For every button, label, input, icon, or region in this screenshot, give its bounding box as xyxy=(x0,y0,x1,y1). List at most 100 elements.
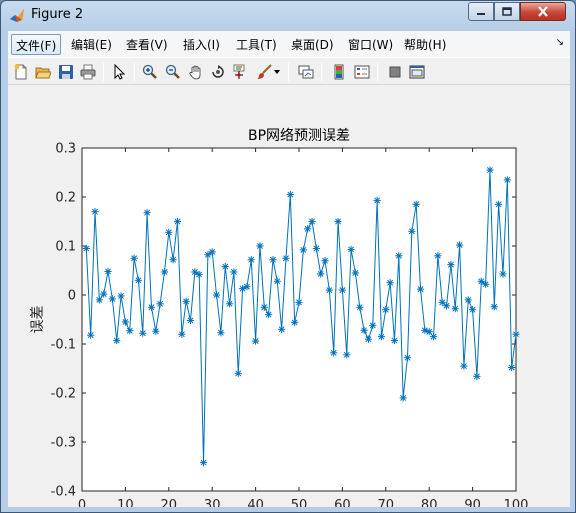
y-tick-label: -0.1 xyxy=(51,338,76,353)
axes-background xyxy=(82,148,516,491)
data-point xyxy=(100,290,108,298)
zoom-out-icon xyxy=(165,64,180,79)
print-icon xyxy=(80,64,96,80)
data-point xyxy=(495,200,503,208)
menu-tools[interactable]: 工具(T) xyxy=(232,34,281,55)
toolbar-separator xyxy=(377,63,378,81)
menu-insert[interactable]: 插入(I) xyxy=(179,34,224,55)
data-point xyxy=(212,291,221,299)
data-point xyxy=(325,286,333,294)
figure-canvas: -0.4 -0.3 -0.2 -0.1 0 0.1 0.2 0.3 0 10 20 30 40 50 60 7… xyxy=(8,86,570,507)
data-point xyxy=(416,285,425,293)
menu-edit[interactable]: 编辑(E) xyxy=(67,34,116,55)
data-point xyxy=(490,303,498,311)
y-tick-label: -0.3 xyxy=(51,436,76,451)
link-plot-button[interactable] xyxy=(296,62,316,82)
open-file-button[interactable] xyxy=(33,62,53,82)
data-point xyxy=(442,302,451,310)
colorbar-button[interactable] xyxy=(329,62,349,82)
menu-desktop[interactable]: 桌面(D) xyxy=(287,34,338,55)
print-button[interactable] xyxy=(78,62,98,82)
data-point xyxy=(139,329,147,337)
hide-plot-tools-button[interactable] xyxy=(385,62,405,82)
data-point xyxy=(408,227,416,235)
close-icon xyxy=(538,6,548,17)
data-point xyxy=(121,318,129,326)
open-file-icon xyxy=(35,67,51,79)
brush-dropdown-icon xyxy=(274,70,280,74)
data-point xyxy=(299,246,307,254)
data-point xyxy=(134,276,143,284)
brush-dropdown-button[interactable] xyxy=(272,62,282,82)
data-point xyxy=(178,330,186,338)
rotate-3d-icon xyxy=(212,65,224,78)
x-tick-label: 60 xyxy=(334,498,351,507)
brush-button[interactable] xyxy=(254,62,274,82)
data-point xyxy=(382,306,390,314)
data-point xyxy=(356,303,364,311)
data-point xyxy=(460,362,468,370)
data-point xyxy=(373,196,381,205)
menu-overflow-icon[interactable]: ↘ xyxy=(556,37,564,48)
zoom-out-button[interactable] xyxy=(163,62,183,82)
minimize-button[interactable] xyxy=(468,2,494,21)
data-point xyxy=(82,244,90,253)
menu-window[interactable]: 窗口(W) xyxy=(344,34,397,55)
data-point xyxy=(369,321,377,329)
data-point xyxy=(252,337,260,345)
data-cursor-button[interactable] xyxy=(231,62,251,82)
x-tick-label: 80 xyxy=(421,498,438,507)
show-plot-tools-button[interactable] xyxy=(407,62,427,82)
data-point xyxy=(503,176,511,184)
data-point xyxy=(512,330,520,338)
client-area: 文件(F) 编辑(E) 查看(V) 插入(I) 工具(T) 桌面(D) 窗口(W… xyxy=(8,31,570,507)
maximize-button[interactable] xyxy=(494,2,520,21)
data-point xyxy=(330,349,338,357)
data-point xyxy=(208,248,216,256)
pointer-button[interactable] xyxy=(109,62,129,82)
data-point xyxy=(169,256,177,264)
data-point xyxy=(165,228,173,236)
plot-area: -0.4 -0.3 -0.2 -0.1 0 0.1 0.2 0.3 0 10 20 30 40 50 60 7… xyxy=(30,128,529,507)
data-point xyxy=(95,296,103,304)
data-point xyxy=(403,354,412,362)
data-point xyxy=(230,268,238,276)
save-button[interactable] xyxy=(56,62,76,82)
y-tick-label: 0 xyxy=(68,289,76,304)
y-tick-label: 0.1 xyxy=(55,240,76,255)
toolbar-separator xyxy=(321,63,322,81)
menu-file[interactable]: 文件(F) xyxy=(11,34,62,55)
legend-button[interactable] xyxy=(352,62,372,82)
data-point xyxy=(469,306,477,314)
data-point xyxy=(160,268,169,276)
link-plot-icon xyxy=(298,65,314,79)
zoom-in-button[interactable] xyxy=(140,62,160,82)
x-tick-label: 70 xyxy=(378,498,395,507)
data-point xyxy=(321,257,329,265)
y-tick-label: -0.4 xyxy=(51,485,76,500)
data-point xyxy=(482,280,490,288)
title-bar[interactable]: Figure 2 xyxy=(1,1,575,29)
data-point xyxy=(447,261,455,269)
close-button[interactable] xyxy=(520,2,566,21)
x-tick-label: 10 xyxy=(117,498,134,507)
rotate-3d-button[interactable] xyxy=(208,62,228,82)
brush-icon xyxy=(257,64,272,79)
data-point xyxy=(147,303,156,311)
data-point xyxy=(399,394,407,402)
x-tick-label: 100 xyxy=(504,498,529,507)
data-point xyxy=(273,277,281,285)
data-point xyxy=(265,311,273,319)
data-point xyxy=(113,336,121,345)
data-point xyxy=(499,270,507,278)
y-tick-label: 0.2 xyxy=(55,191,76,206)
show-plot-tools-icon xyxy=(409,65,425,79)
menu-view[interactable]: 查看(V) xyxy=(122,34,172,55)
menu-help[interactable]: 帮助(H) xyxy=(400,34,450,55)
data-point xyxy=(173,217,182,226)
new-figure-button[interactable] xyxy=(11,62,31,82)
data-point xyxy=(199,458,208,467)
data-point xyxy=(412,200,420,208)
pan-button[interactable] xyxy=(186,62,206,82)
data-point xyxy=(126,327,134,335)
